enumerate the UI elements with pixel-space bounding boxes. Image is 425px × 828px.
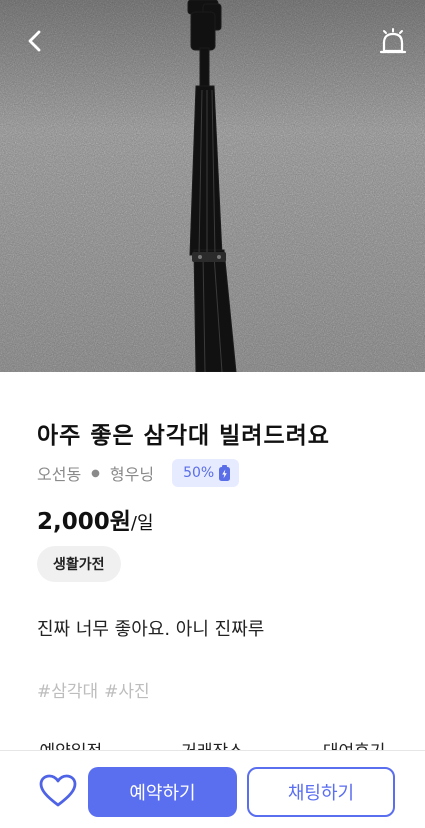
category-chip[interactable]: 생활가전 — [37, 546, 121, 582]
listing-description: 진짜 너무 좋아요. 아니 진짜루 — [37, 619, 265, 640]
alarm-button[interactable] — [379, 28, 407, 56]
bottom-action-bar: 예약하기 채팅하기 — [0, 750, 425, 828]
battery-bolt-icon — [219, 464, 231, 481]
battery-value: 50% — [183, 465, 215, 481]
back-button[interactable] — [20, 26, 50, 56]
location-label: 오선동 — [37, 465, 82, 484]
chat-button[interactable]: 채팅하기 — [247, 767, 395, 817]
chevron-left-icon — [28, 30, 41, 52]
listing-meta: 오선동 ● 형우닝 50% — [37, 459, 240, 487]
reserve-button[interactable]: 예약하기 — [88, 767, 237, 817]
hashtag[interactable]: #삼각대 — [37, 682, 98, 702]
hashtag[interactable]: #사진 — [104, 682, 150, 702]
like-button[interactable] — [38, 773, 78, 809]
price-unit: /일 — [130, 513, 154, 534]
price-value: 2,000원 — [37, 509, 131, 535]
product-photo — [0, 0, 425, 372]
battery-badge: 50% — [172, 459, 240, 487]
heart-icon — [39, 774, 77, 807]
alarm-bell-icon — [379, 28, 407, 54]
separator-dot: ● — [91, 467, 100, 479]
listing-title: 아주 좋은 삼각대 빌려드려요 — [37, 423, 330, 449]
price: 2,000원/일 — [37, 502, 154, 536]
tripod-photo-image — [0, 0, 425, 372]
seller-name[interactable]: 형우닝 — [110, 461, 154, 485]
hashtag-list: #삼각대 #사진 — [37, 677, 156, 702]
